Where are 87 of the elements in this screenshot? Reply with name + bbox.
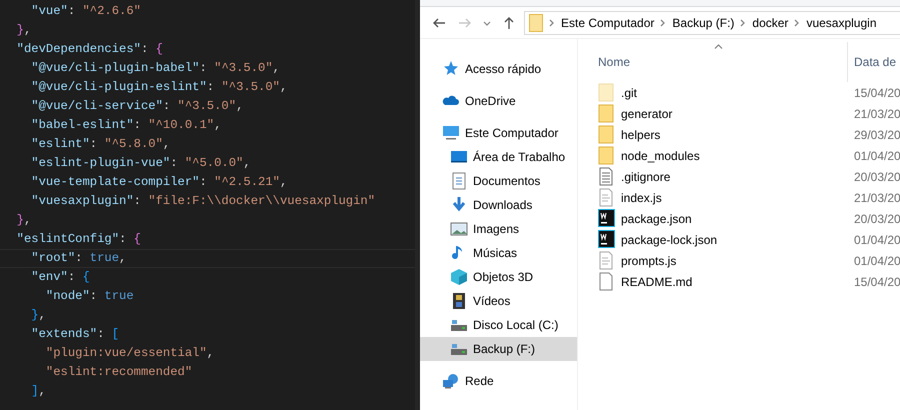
sidebar-item[interactable]: Músicas <box>420 241 577 265</box>
file-date: 20/03/20 <box>854 168 900 186</box>
up-arrow-icon <box>502 16 516 30</box>
file-name[interactable]: helpers <box>594 125 854 144</box>
sidebar-item[interactable]: Disco Local (C:) <box>420 313 577 337</box>
file-date: 21/03/20 <box>854 106 900 122</box>
address-bar[interactable]: Este Computador Backup (F:) docker vuesaxplugin <box>524 10 900 34</box>
file-name[interactable]: README.md <box>594 272 854 291</box>
sidebar-item[interactable]: Documentos <box>420 169 577 193</box>
file-label[interactable]: package-lock.json <box>621 230 718 248</box>
file-label[interactable]: .git <box>621 84 638 102</box>
document-icon <box>450 172 468 190</box>
code-line: "env": { <box>30 269 91 286</box>
breadcrumb[interactable]: vuesaxplugin <box>806 14 876 32</box>
sidebar-item[interactable]: Objetos 3D <box>420 265 577 289</box>
chevron-icon <box>549 18 555 26</box>
folder-icon <box>529 14 543 32</box>
computer-icon <box>442 124 460 142</box>
file-name[interactable]: prompts.js <box>594 251 854 270</box>
sidebar-item[interactable]: OneDrive <box>420 89 577 113</box>
code-line: "vue": "^2.6.6" <box>30 3 142 20</box>
code-line: ], <box>30 383 47 400</box>
file-date: 29/03/20 <box>854 126 900 144</box>
chevron-icon <box>794 18 800 26</box>
file-date: 01/04/20 <box>854 232 900 248</box>
file-name[interactable]: .gitignore <box>594 167 854 186</box>
sidebar-item[interactable]: Downloads <box>420 193 577 217</box>
code-line: "@vue/cli-plugin-babel": "^3.5.0", <box>30 60 281 77</box>
file-date: 01/04/20 <box>854 252 900 270</box>
network-icon <box>442 372 460 390</box>
code-line: }, <box>30 307 47 324</box>
code-line: }, <box>16 212 32 229</box>
sidebar-item[interactable]: Área de Trabalho <box>420 145 577 169</box>
code-line: "@vue/cli-service": "^3.5.0", <box>30 98 244 115</box>
code-line: "devDependencies": { <box>16 41 164 58</box>
code-line: "babel-eslint": "^10.0.1", <box>30 117 222 134</box>
file-name[interactable]: generator <box>594 104 854 123</box>
column-header[interactable]: Nome <box>594 42 848 82</box>
file-date: 21/03/20 <box>854 190 900 206</box>
sidebar-item[interactable]: Vídeos <box>420 289 577 313</box>
sidebar-item[interactable]: Rede <box>420 369 577 393</box>
image-icon <box>450 220 468 238</box>
back-arrow-icon <box>432 16 446 30</box>
file-date: 01/04/20 <box>854 148 900 164</box>
file-label[interactable]: package.json <box>621 210 692 228</box>
file-label[interactable]: helpers <box>621 126 660 144</box>
sidebar-item[interactable]: Imagens <box>420 217 577 241</box>
forward-arrow-icon <box>458 16 472 30</box>
file-label[interactable]: generator <box>621 104 672 122</box>
code-line: "eslint": "^5.8.0", <box>30 136 172 153</box>
file-date: 15/04/20 <box>854 274 900 290</box>
download-icon <box>450 196 468 214</box>
breadcrumb[interactable]: Este Computador <box>561 14 654 32</box>
file-name[interactable]: package.json <box>594 209 854 228</box>
file-label[interactable]: index.js <box>621 188 662 206</box>
breadcrumb[interactable]: Backup (F:) <box>672 14 734 32</box>
code-line: "extends": [ <box>30 326 120 343</box>
sidebar-item[interactable]: Backup (F:) <box>420 337 577 361</box>
film-icon <box>450 292 468 310</box>
file-label[interactable]: .gitignore <box>621 168 670 186</box>
column-header[interactable]: Data de <box>848 53 896 71</box>
code-line: "eslint:recommended" <box>44 364 194 381</box>
file-name[interactable]: node_modules <box>594 146 854 165</box>
chevron-icon <box>740 18 746 26</box>
cube-icon <box>450 268 468 286</box>
code-line: "plugin:vue/essential", <box>44 345 216 362</box>
code-line: "node": true <box>44 288 135 305</box>
file-label[interactable]: prompts.js <box>621 252 676 270</box>
sidebar-item[interactable]: Este Computador <box>420 121 577 145</box>
file-label[interactable]: node_modules <box>621 146 700 164</box>
file-name[interactable]: .git <box>594 83 854 102</box>
code-line: }, <box>16 22 32 39</box>
code-line: "eslint-plugin-vue": "^5.0.0", <box>30 155 252 172</box>
breadcrumb[interactable]: docker <box>752 14 788 32</box>
code-line: "eslintConfig": { <box>16 231 142 248</box>
file-name[interactable]: package-lock.json <box>594 230 854 249</box>
code-line: "vue-template-compiler": "^2.5.21", <box>30 174 288 191</box>
sidebar-item[interactable]: Acesso rápido <box>420 57 577 81</box>
sort-caret-icon <box>714 44 723 49</box>
file-name[interactable]: index.js <box>594 188 854 207</box>
file-date: 20/03/20 <box>854 210 900 228</box>
code-line: "root": true, <box>0 249 415 268</box>
code-line: "vuesaxplugin": "file:F:\\docker\\vuesaxplugin" <box>30 193 376 210</box>
chevron-icon <box>660 18 666 26</box>
file-date: 15/04/20 <box>854 84 900 102</box>
code-line: "@vue/cli-plugin-eslint": "^3.5.0", <box>30 79 288 96</box>
file-label[interactable]: README.md <box>621 272 692 290</box>
